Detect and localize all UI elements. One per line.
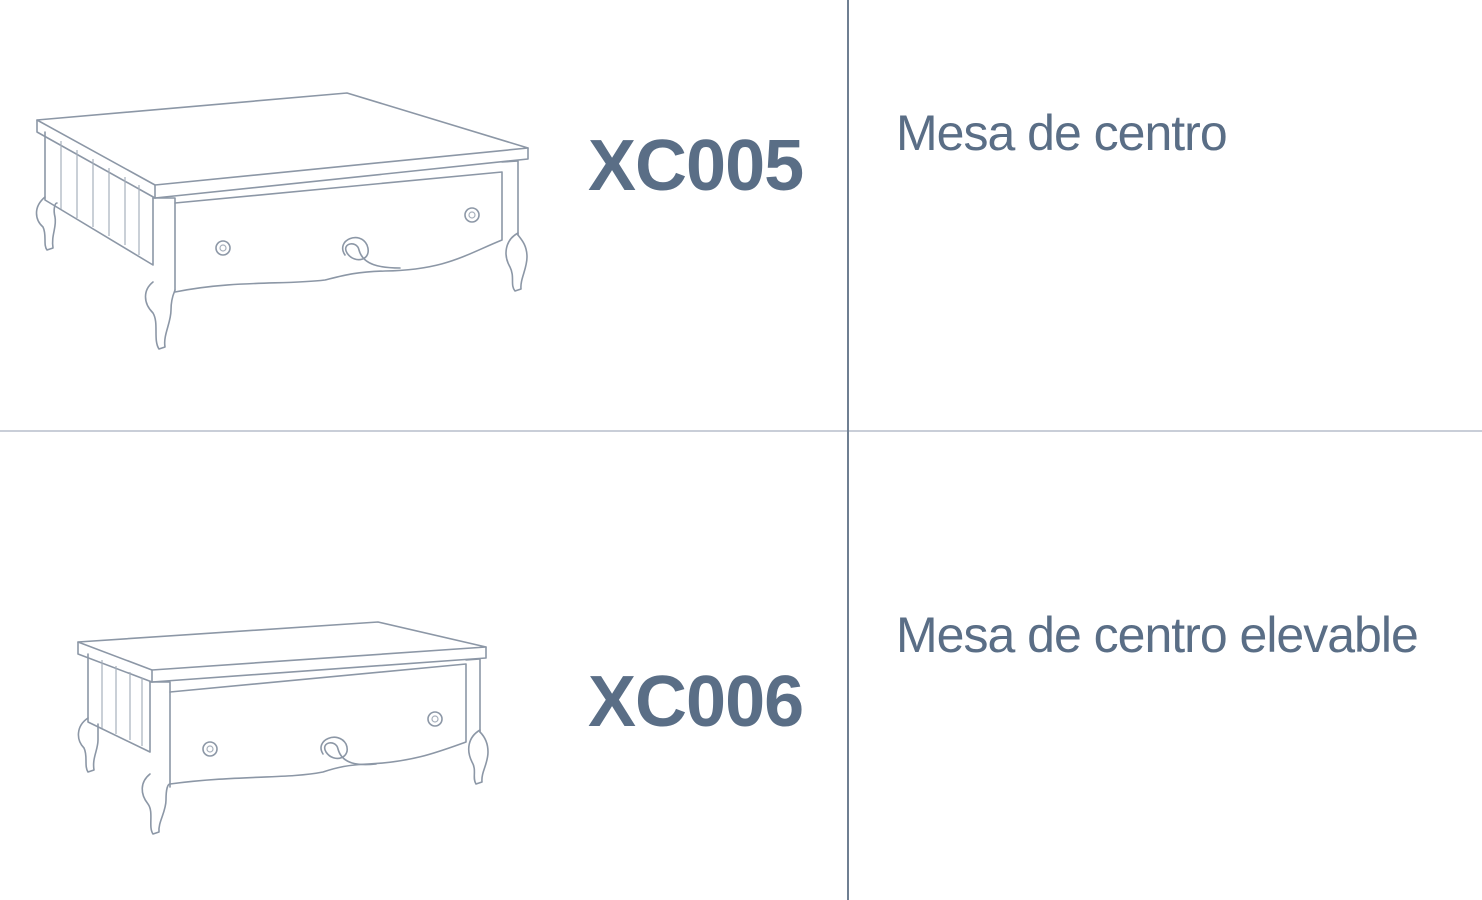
product-code: XC005 bbox=[588, 126, 804, 206]
product-row: XC006 Mesa de centro elevable bbox=[0, 432, 1482, 900]
coffee-table-drawing-icon bbox=[25, 85, 540, 360]
product-row: XC005 Mesa de centro bbox=[0, 0, 1482, 430]
lift-top-coffee-table-drawing-icon bbox=[68, 612, 498, 842]
product-description: Mesa de centro elevable bbox=[896, 607, 1419, 663]
product-description: Mesa de centro bbox=[896, 105, 1228, 161]
product-catalog: XC005 Mesa de centro XC006 Mesa de centr… bbox=[0, 0, 1482, 900]
product-code: XC006 bbox=[588, 662, 804, 742]
